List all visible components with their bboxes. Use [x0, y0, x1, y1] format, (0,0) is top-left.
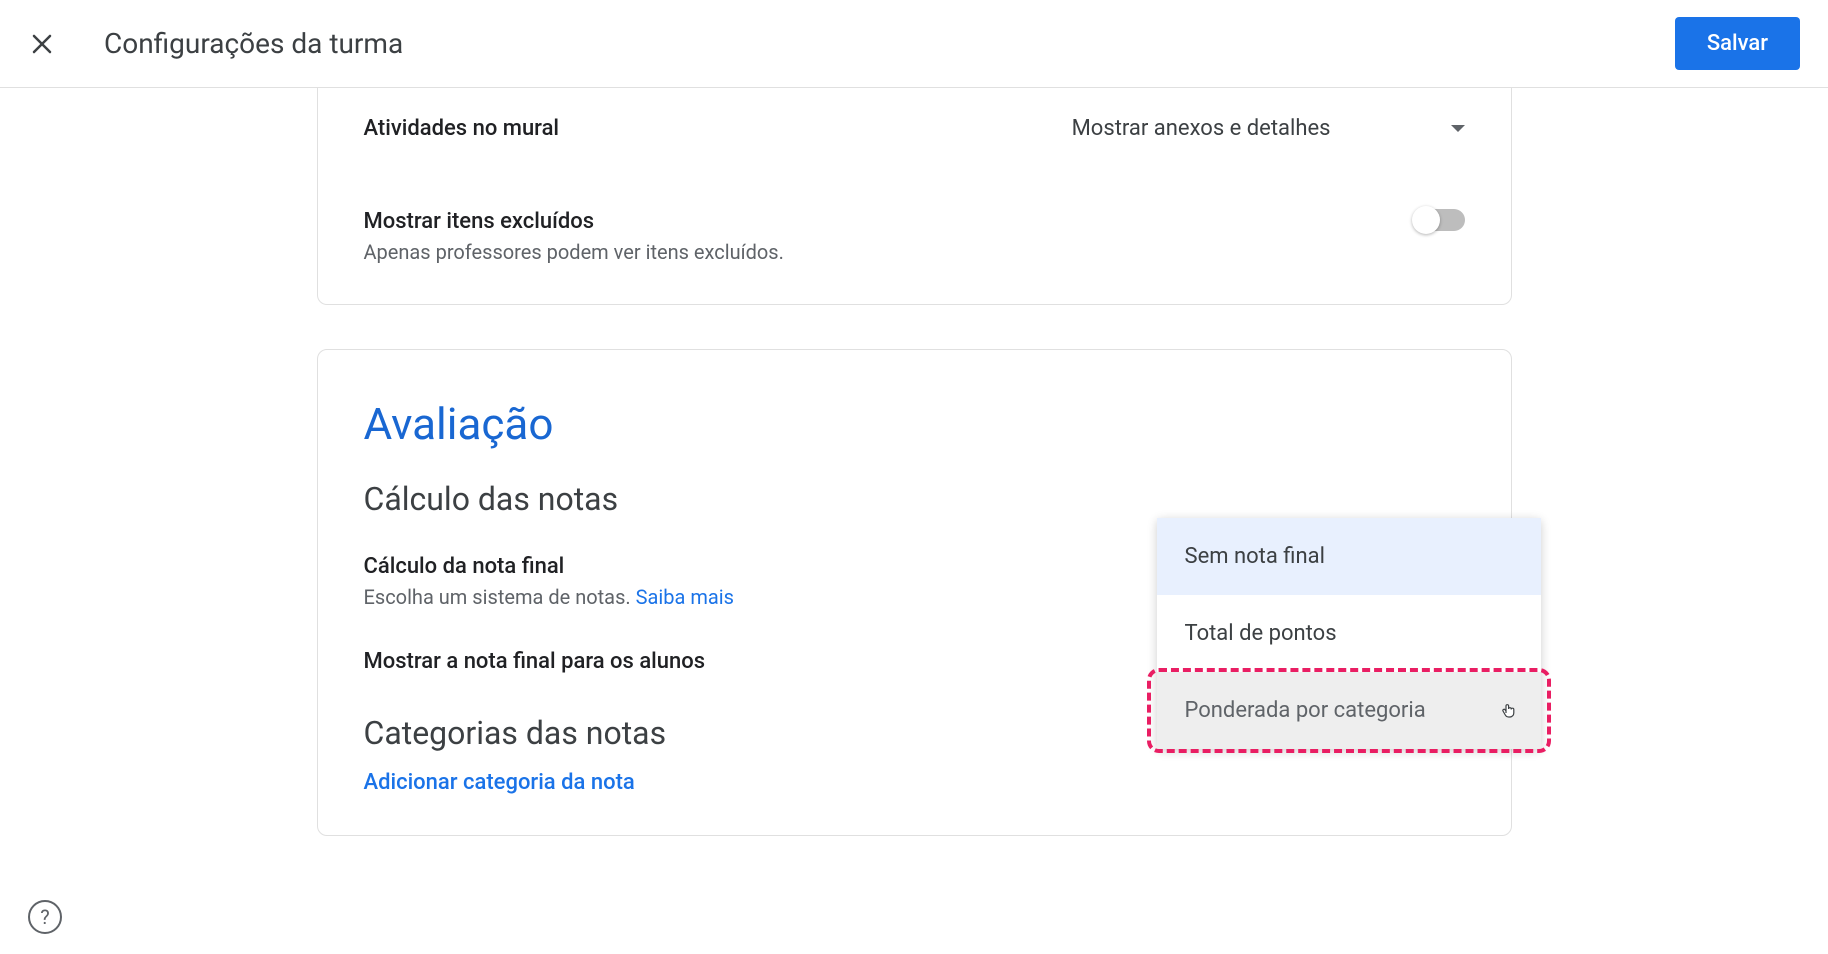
save-button[interactable]: Salvar	[1675, 17, 1800, 70]
dropdown-option-none[interactable]: Sem nota final	[1157, 518, 1541, 595]
grading-card: Avaliação Cálculo das notas Cálculo da n…	[317, 349, 1512, 836]
chevron-down-icon	[1451, 125, 1465, 132]
content-area: Atividades no mural Mostrar anexos e det…	[0, 88, 1828, 880]
deleted-items-row: Mostrar itens excluídos Apenas professor…	[364, 181, 1465, 264]
dropdown-option-weighted-label: Ponderada por categoria	[1185, 698, 1426, 723]
learn-more-link[interactable]: Saiba mais	[636, 585, 734, 609]
activities-row: Atividades no mural Mostrar anexos e det…	[364, 88, 1465, 141]
header-left: Configurações da turma	[28, 27, 403, 60]
grade-calc-dropdown-menu: Sem nota final Total de pontos Ponderada…	[1157, 518, 1541, 749]
dropdown-option-total[interactable]: Total de pontos	[1157, 595, 1541, 672]
activities-dropdown[interactable]: Mostrar anexos e detalhes	[1072, 116, 1465, 141]
deleted-items-text: Mostrar itens excluídos Apenas professor…	[364, 209, 784, 264]
help-icon[interactable]: ?	[28, 900, 62, 934]
cursor-icon	[1501, 700, 1517, 722]
toggle-thumb	[1412, 206, 1440, 234]
dropdown-option-weighted[interactable]: Ponderada por categoria	[1157, 672, 1541, 749]
deleted-items-description: Apenas professores podem ver itens exclu…	[364, 240, 784, 264]
page-title: Configurações da turma	[104, 27, 403, 60]
grading-section-title: Avaliação	[364, 398, 1465, 450]
add-category-link[interactable]: Adicionar categoria da nota	[364, 770, 1465, 795]
stream-settings-card: Atividades no mural Mostrar anexos e det…	[317, 88, 1512, 305]
deleted-items-label: Mostrar itens excluídos	[364, 209, 784, 234]
deleted-items-toggle[interactable]	[1415, 209, 1465, 231]
close-icon[interactable]	[28, 30, 56, 58]
header: Configurações da turma Salvar	[0, 0, 1828, 88]
activities-label: Atividades no mural	[364, 116, 560, 141]
activities-dropdown-value: Mostrar anexos e detalhes	[1072, 116, 1331, 141]
grade-calc-subtitle: Cálculo das notas	[364, 480, 1465, 518]
final-grade-desc-text: Escolha um sistema de notas.	[364, 585, 636, 609]
